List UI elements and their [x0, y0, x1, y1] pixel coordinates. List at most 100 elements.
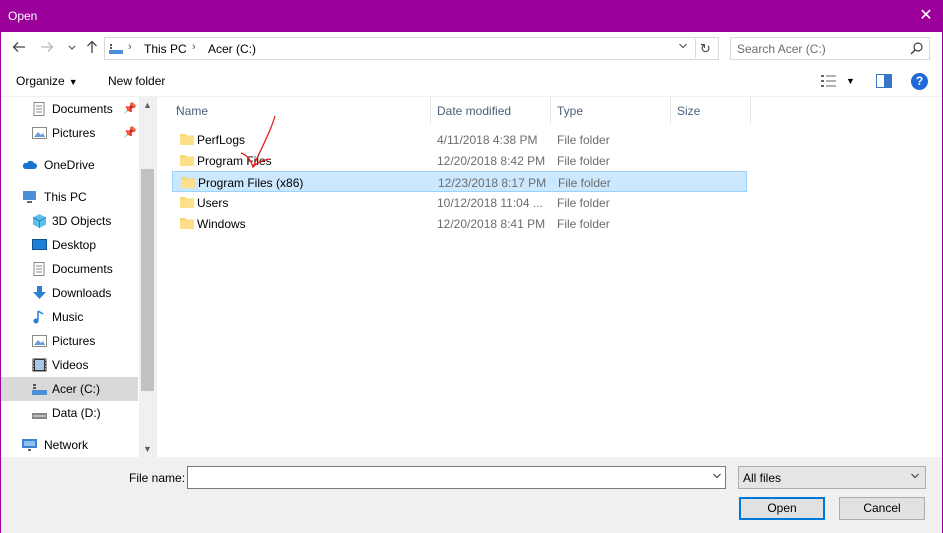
open-button[interactable]: Open [739, 497, 825, 520]
nav-item-documents[interactable]: Documents [1, 257, 138, 281]
title-bar: Open ✕ [1, 1, 942, 32]
arrow-up-icon[interactable] [84, 40, 100, 56]
file-type: File folder [557, 217, 610, 231]
column-header-name[interactable]: Name ^ [170, 97, 431, 124]
nav-item-label: Acer (C:) [52, 382, 100, 396]
nav-item-label: Downloads [52, 286, 112, 300]
address-row: › This PC › Acer (C:) ↻ [1, 32, 942, 66]
address-bar[interactable]: › This PC › Acer (C:) ↻ [104, 37, 719, 60]
column-label: Date modified [437, 104, 512, 118]
nav-item-onedrive[interactable]: OneDrive [1, 153, 138, 177]
column-header-type[interactable]: Type [551, 97, 671, 124]
file-name-combobox[interactable] [187, 466, 726, 489]
nav-item-music[interactable]: Music [1, 305, 138, 329]
nav-item-pictures[interactable]: Pictures [1, 329, 138, 353]
nav-item-label: Documents [52, 262, 113, 276]
nav-item-acer-c[interactable]: Acer (C:) [1, 377, 138, 401]
table-row[interactable]: Users 10/12/2018 11:04 ... File folder [172, 192, 747, 213]
organize-button[interactable]: Organize ▼ [16, 74, 78, 88]
nav-item-label: Data (D:) [52, 406, 101, 420]
file-type-select[interactable]: All files [738, 466, 926, 489]
nav-item-this-pc[interactable]: This PC [1, 185, 138, 209]
column-header-date[interactable]: Date modified [431, 97, 551, 124]
pictures-icon [32, 335, 47, 347]
nav-item-label: Videos [52, 358, 89, 372]
view-options-icon[interactable] [821, 74, 837, 88]
nav-item-network[interactable]: Network [1, 433, 138, 457]
chevron-down-icon[interactable] [712, 471, 722, 484]
file-name: Program Files [197, 154, 272, 168]
sort-ascending-icon: ^ [176, 104, 181, 114]
column-header-size[interactable]: Size [671, 97, 751, 124]
nav-item-label: Pictures [52, 334, 96, 348]
nav-item-3d-objects[interactable]: 3D Objects [1, 209, 138, 233]
new-folder-button[interactable]: New folder [108, 74, 165, 88]
preview-pane-icon[interactable] [876, 74, 892, 88]
file-date: 12/20/2018 8:41 PM [437, 217, 546, 231]
nav-item-downloads[interactable]: Downloads [1, 281, 138, 305]
search-input[interactable] [737, 41, 905, 56]
drive-icon [32, 384, 47, 395]
nav-item-data-d[interactable]: Data (D:) [1, 401, 138, 425]
search-icon[interactable] [910, 42, 923, 55]
search-box[interactable] [730, 37, 930, 60]
desktop-icon [32, 239, 47, 250]
cloud-icon [22, 160, 37, 169]
music-icon [33, 310, 44, 324]
computer-icon [23, 191, 36, 203]
breadcrumb-this-pc[interactable]: This PC [144, 42, 187, 56]
chevron-right-icon: › [128, 41, 132, 53]
documents-icon [33, 102, 45, 116]
nav-item-documents-quick[interactable]: Documents 📌 [1, 97, 138, 121]
arrow-left-icon[interactable] [11, 40, 27, 56]
open-dialog: Open ✕ › This PC › Acer (C:) ↻ Search Ac… [0, 0, 943, 533]
table-row[interactable]: Program Files (x86) 12/23/2018 8:17 PM F… [172, 171, 747, 192]
organize-label: Organize [16, 74, 65, 88]
refresh-icon[interactable]: ↻ [695, 39, 715, 58]
folder-icon [180, 134, 194, 145]
scrollbar-thumb[interactable] [141, 169, 154, 391]
nav-item-label: 3D Objects [52, 214, 112, 228]
folder-icon [181, 177, 195, 188]
scroll-up-icon[interactable]: ▲ [139, 97, 156, 113]
caret-down-icon[interactable]: ▼ [846, 76, 855, 86]
breadcrumb-acer-c[interactable]: Acer (C:) [208, 42, 256, 56]
table-row[interactable]: Windows 12/20/2018 8:41 PM File folder [172, 213, 747, 234]
dialog-footer: File name: All files Open Cancel [1, 457, 942, 533]
window-title: Open [8, 9, 38, 23]
close-icon[interactable]: ✕ [916, 6, 936, 26]
nav-item-videos[interactable]: Videos [1, 353, 138, 377]
nav-scrollbar[interactable]: ▲ ▼ [139, 97, 156, 457]
file-type: File folder [557, 196, 610, 210]
download-icon [33, 286, 46, 299]
arrow-right-icon[interactable] [39, 40, 55, 56]
documents-icon [33, 262, 45, 276]
nav-item-label: Documents [52, 102, 113, 116]
file-date: 10/12/2018 11:04 ... [437, 196, 543, 210]
help-icon[interactable]: ? [911, 73, 928, 90]
folder-icon [180, 197, 194, 208]
command-bar: Organize ▼ New folder ▼ ? [1, 66, 942, 97]
scroll-down-icon[interactable]: ▼ [139, 441, 156, 457]
nav-item-desktop[interactable]: Desktop [1, 233, 138, 257]
table-row[interactable]: Program Files 12/20/2018 8:42 PM File fo… [172, 150, 747, 171]
pictures-icon [32, 127, 47, 139]
file-type: File folder [557, 154, 610, 168]
column-label: Type [557, 104, 584, 118]
computer-icon [109, 44, 123, 54]
file-type: File folder [557, 133, 610, 147]
nav-item-pictures-quick[interactable]: Pictures 📌 [1, 121, 138, 145]
file-name-input[interactable] [192, 470, 692, 485]
column-label: Name [176, 104, 209, 118]
chevron-down-icon[interactable] [64, 40, 80, 56]
file-name: Program Files (x86) [198, 176, 304, 190]
chevron-down-icon[interactable] [676, 41, 690, 55]
cancel-button[interactable]: Cancel [839, 497, 925, 520]
column-label: Size [677, 104, 701, 118]
file-name-label: File name: [129, 471, 186, 485]
file-date: 4/11/2018 4:38 PM [437, 133, 538, 147]
file-name: PerfLogs [197, 133, 246, 147]
file-date: 12/23/2018 8:17 PM [438, 176, 547, 190]
network-icon [22, 439, 37, 451]
table-row[interactable]: PerfLogs 4/11/2018 4:38 PM File folder [172, 129, 747, 150]
